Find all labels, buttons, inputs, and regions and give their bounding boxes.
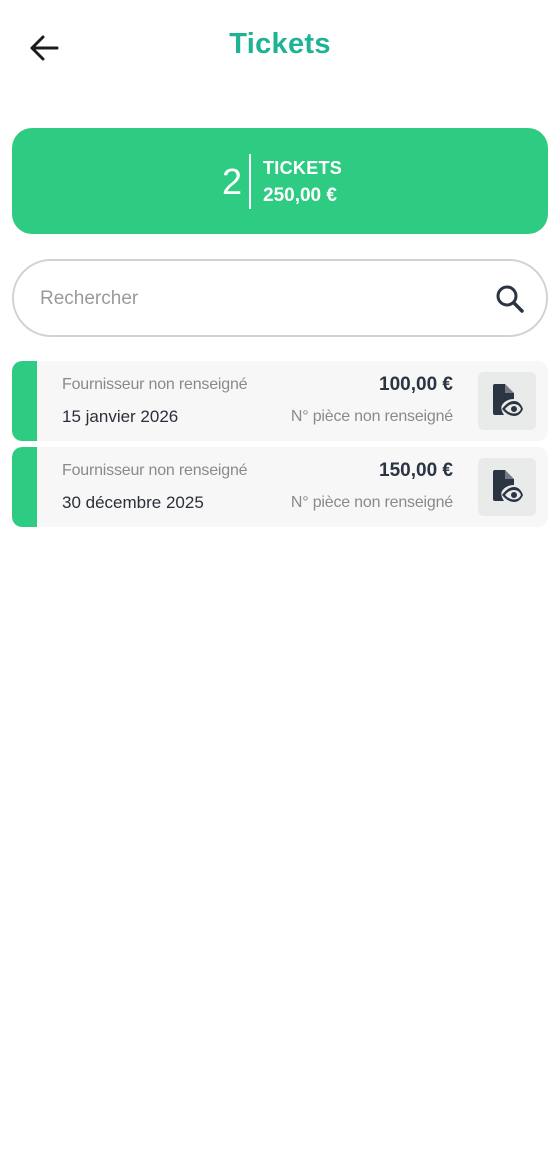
ticket-amount: 150,00 € [379, 460, 453, 481]
ticket-date: 15 janvier 2026 [62, 407, 179, 426]
ticket-status-bar [12, 361, 37, 441]
tickets-summary-card: 2 TICKETS 250,00 € [12, 128, 548, 234]
summary-divider [249, 154, 251, 209]
ticket-supplier: Fournisseur non renseigné [62, 376, 248, 393]
ticket-piece-number: N° pièce non renseigné [290, 408, 453, 425]
ticket-date: 30 décembre 2025 [62, 493, 204, 512]
tickets-screen: Tickets 2 TICKETS 250,00 € Fournisseur n… [0, 0, 560, 1160]
document-view-icon [493, 470, 523, 502]
header: Tickets [0, 0, 560, 100]
search-icon[interactable] [494, 283, 526, 315]
ticket-piece-number: N° pièce non renseigné [290, 494, 453, 511]
ticket-supplier: Fournisseur non renseigné [62, 462, 248, 479]
page-title: Tickets [229, 28, 331, 60]
search-input[interactable] [38, 261, 482, 337]
ticket-row[interactable]: Fournisseur non renseigné 30 décembre 20… [12, 447, 548, 527]
tickets-label: TICKETS [263, 158, 343, 178]
ticket-row[interactable]: Fournisseur non renseigné 15 janvier 202… [12, 361, 548, 441]
ticket-status-bar [12, 447, 37, 527]
view-document-button[interactable] [478, 372, 536, 430]
view-document-button[interactable] [478, 458, 536, 516]
tickets-total: 250,00 € [263, 185, 337, 206]
ticket-amount: 100,00 € [379, 374, 453, 395]
tickets-count: 2 [221, 161, 243, 202]
document-view-icon [493, 384, 523, 416]
search-bar [12, 259, 548, 337]
